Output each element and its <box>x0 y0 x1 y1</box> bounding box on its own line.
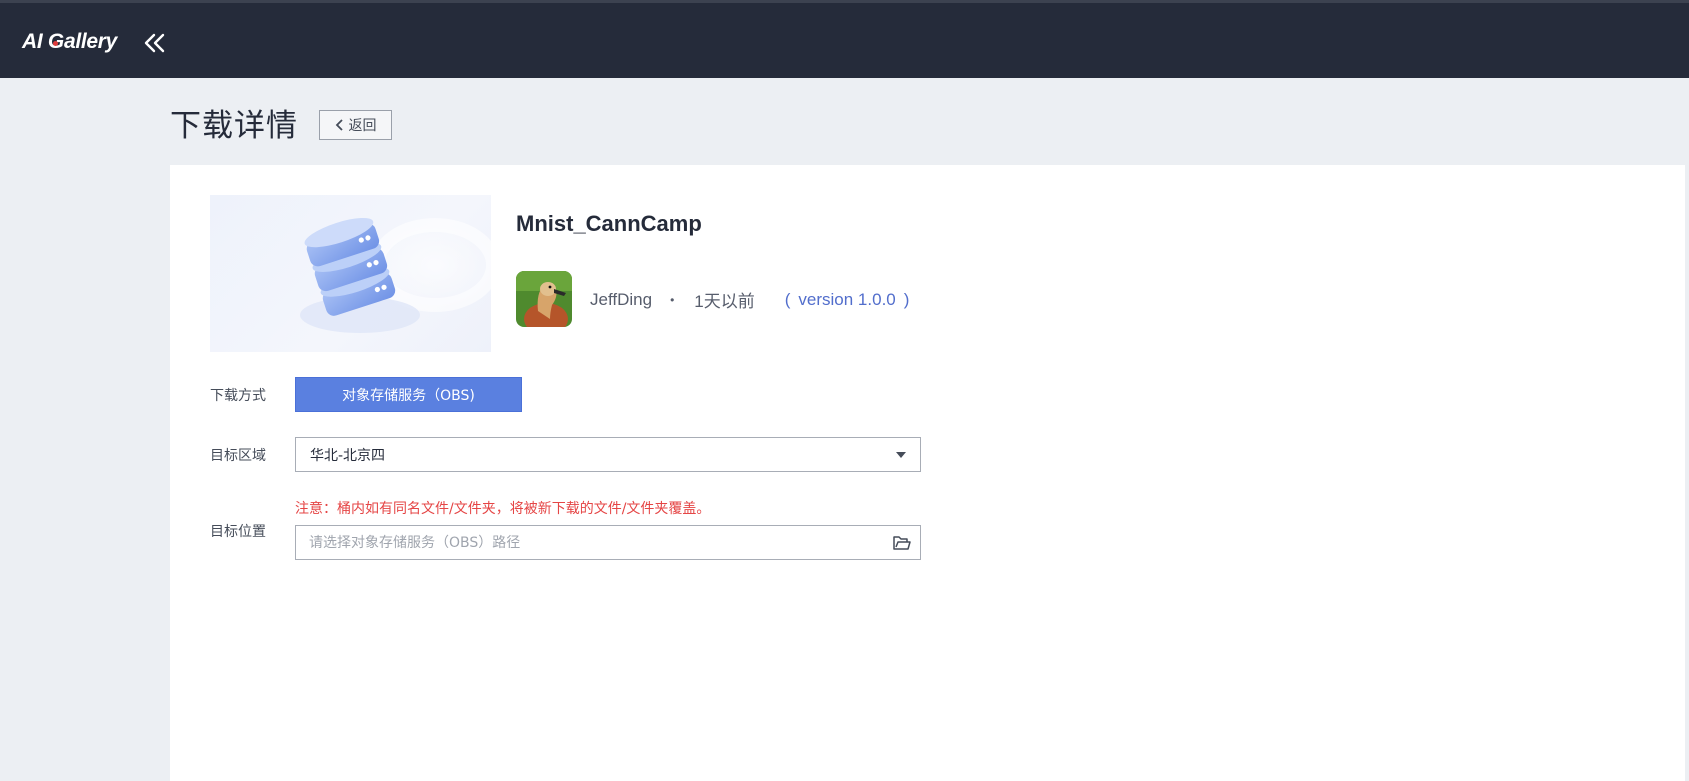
dataset-name: Mnist_CannCamp <box>516 211 702 236</box>
chevron-left-icon <box>335 119 343 131</box>
target-region-label: 目标区域 <box>210 448 266 464</box>
target-location-label: 目标位置 <box>210 524 266 540</box>
database-icon <box>300 215 491 333</box>
dataset-meta: JeffDing • 1天以前 ( version 1.0.0 ) <box>590 287 909 312</box>
target-region-select[interactable]: 华北-北京四 <box>295 437 921 472</box>
obs-method-button[interactable]: 对象存储服务（OBS) <box>295 377 522 412</box>
author-avatar[interactable] <box>516 271 572 327</box>
duck-avatar-icon <box>516 271 572 327</box>
logo-text-right: allery <box>63 30 118 53</box>
caret-down-icon <box>896 452 906 458</box>
download-method-label: 下载方式 <box>210 388 266 404</box>
overwrite-warning: 注意：桶内如有同名文件/文件夹，将被新下载的文件/文件夹覆盖。 <box>295 501 711 517</box>
author-name[interactable]: JeffDing <box>590 290 652 310</box>
page-title: 下载详情 <box>170 108 298 144</box>
dataset-cover <box>210 195 491 352</box>
ai-gallery-logo[interactable]: AI Gallery <box>22 30 117 54</box>
publish-time: 1天以前 <box>694 292 755 311</box>
version-paren-close: ) <box>903 289 910 309</box>
back-button-label: 返回 <box>348 118 377 134</box>
download-detail-panel: Mnist_CannCamp JeffDing • 1天以前 ( version… <box>170 165 1685 781</box>
obs-path-input[interactable] <box>295 525 921 560</box>
double-chevron-left-icon[interactable] <box>143 31 167 55</box>
target-region-value: 华北-北京四 <box>310 447 386 464</box>
version-paren-open: ( <box>784 289 791 309</box>
version-link[interactable]: version 1.0.0 <box>798 290 895 310</box>
folder-open-icon[interactable] <box>892 533 912 553</box>
logo-red-dot <box>52 41 58 46</box>
meta-separator-dot: • <box>670 292 675 307</box>
back-button[interactable]: 返回 <box>319 110 392 140</box>
top-navigation-bar: AI Gallery <box>0 0 1689 78</box>
